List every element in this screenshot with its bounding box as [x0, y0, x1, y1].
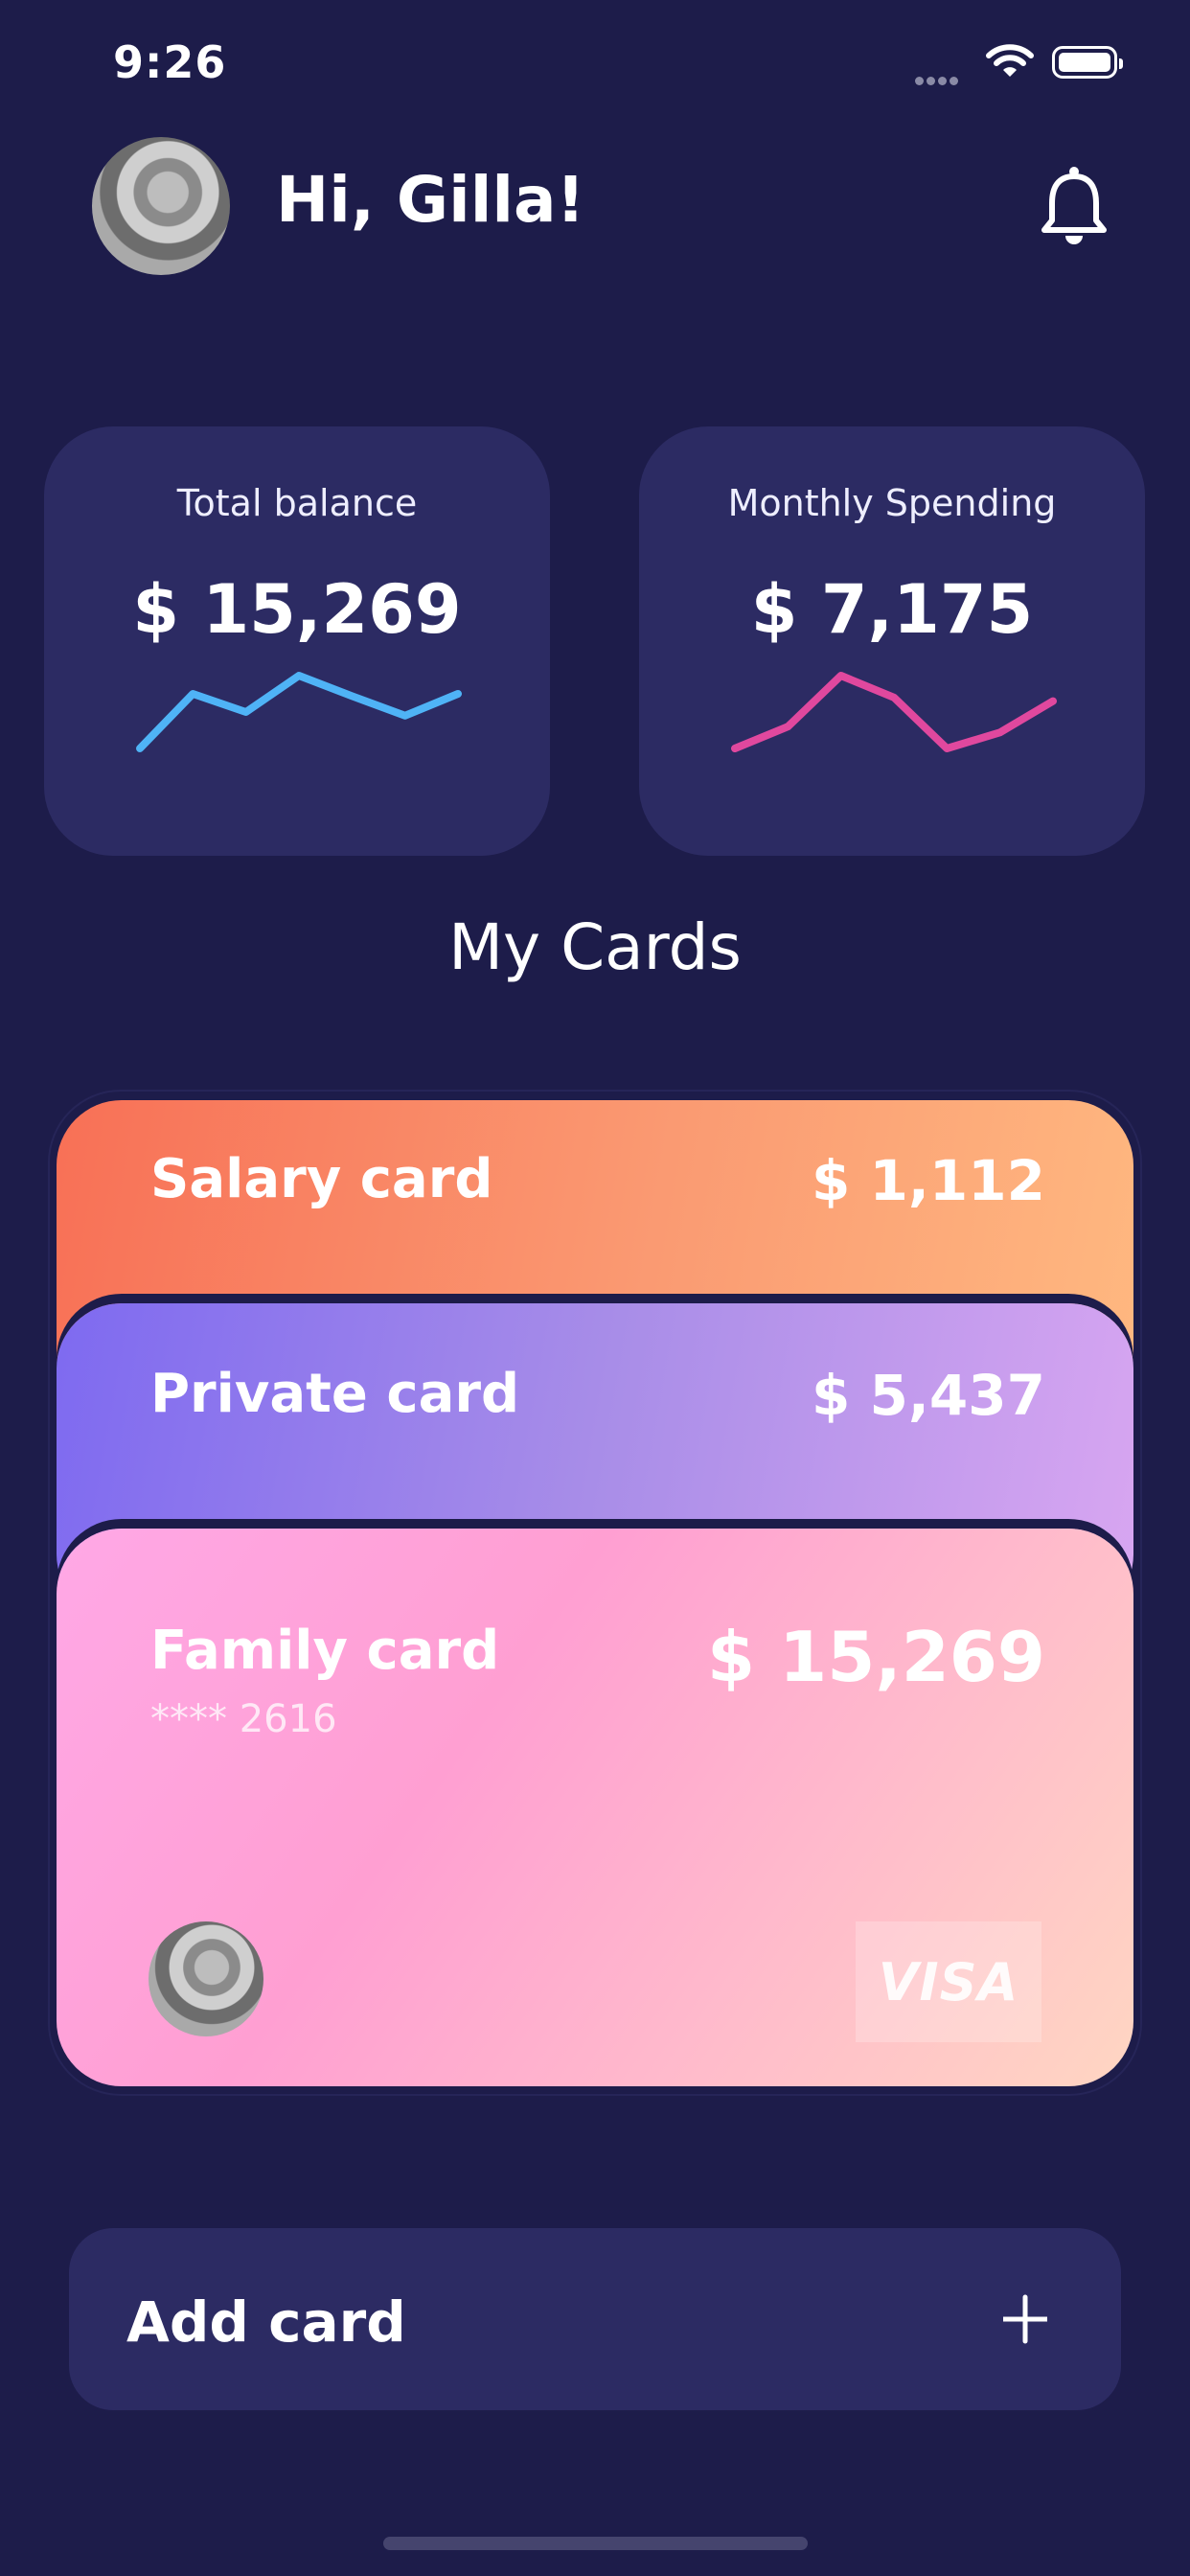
card-amount: $ 15,269 [706, 1617, 1045, 1697]
plus-icon [1000, 2278, 1050, 2364]
wifi-icon [985, 42, 1035, 84]
card-name: Salary card [150, 1148, 493, 1210]
greeting: Hi, Gilla! [276, 163, 585, 237]
family-card[interactable]: Family card $ 15,269 **** 2616 VISA [57, 1529, 1133, 2086]
avatar[interactable] [92, 137, 230, 275]
total-balance-value: $ 15,269 [132, 570, 462, 649]
home-indicator[interactable] [383, 2537, 808, 2550]
bell-icon[interactable] [1039, 165, 1110, 251]
monthly-spending-sparkline [731, 672, 1057, 752]
status-time: 9:26 [113, 36, 227, 88]
cellular-signal-icon [915, 71, 961, 89]
card-name: Private card [150, 1363, 520, 1425]
total-balance-card[interactable]: Total balance $ 15,269 [44, 426, 550, 856]
card-amount: $ 5,437 [811, 1363, 1045, 1428]
total-balance-label: Total balance [176, 482, 418, 524]
card-number: **** 2616 [150, 1697, 337, 1741]
section-title: My Cards [448, 910, 742, 984]
battery-icon [1052, 46, 1123, 79]
monthly-spending-card[interactable]: Monthly Spending $ 7,175 [639, 426, 1145, 856]
card-name: Family card [150, 1620, 500, 1682]
visa-logo: VISA [856, 1921, 1041, 2042]
card-amount: $ 1,112 [811, 1148, 1045, 1213]
add-card-button[interactable]: Add card [69, 2228, 1121, 2410]
total-balance-sparkline [136, 672, 462, 752]
card-holder-avatar [149, 1921, 263, 2036]
add-card-label: Add card [126, 2289, 406, 2355]
monthly-spending-label: Monthly Spending [727, 482, 1057, 524]
monthly-spending-value: $ 7,175 [750, 570, 1034, 649]
